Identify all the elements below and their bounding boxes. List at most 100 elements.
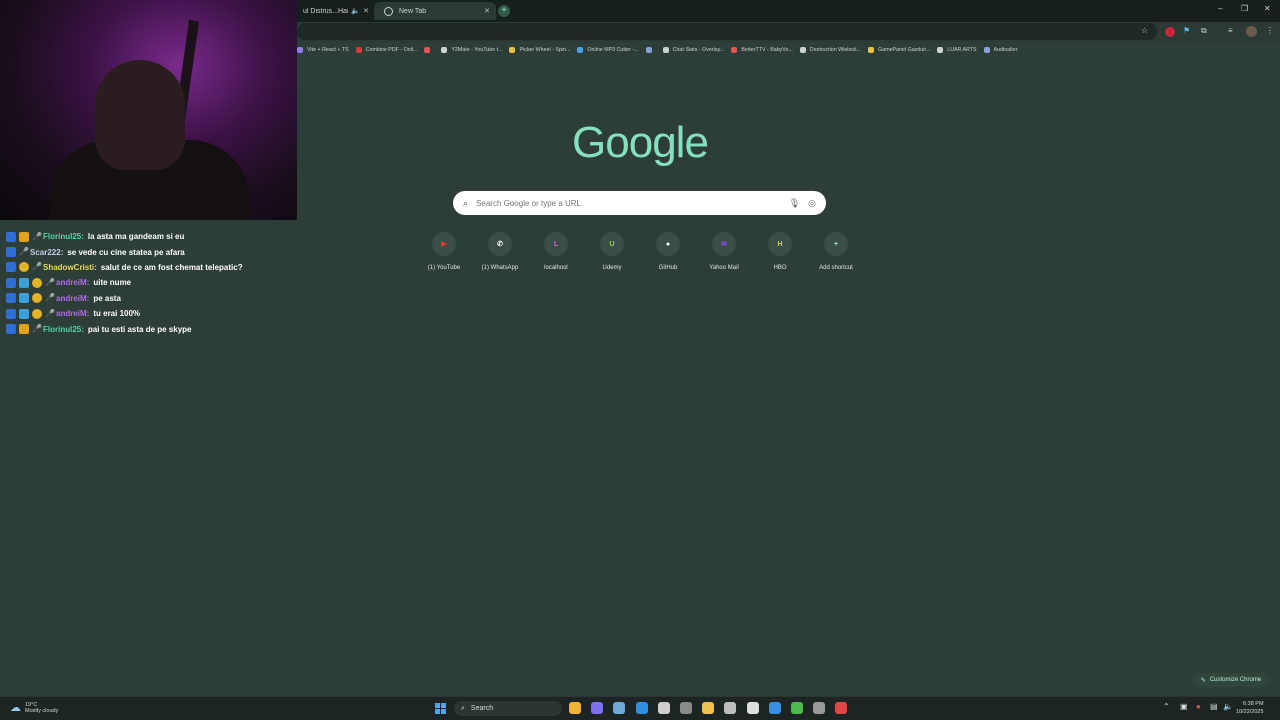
bookmark-item[interactable]: Vite + React + TS	[297, 47, 349, 53]
bookmark-favicon-icon	[662, 47, 669, 53]
shortcut-favicon-icon: H	[768, 232, 792, 256]
shortcut-tile[interactable]: ● GitHub	[640, 232, 696, 271]
bookmark-item[interactable]: Picker Wheel - Spin...	[509, 47, 570, 53]
search-icon: ⌕	[461, 704, 465, 712]
bookmark-item[interactable]: LUAR ARTS	[937, 47, 977, 53]
coin-badge-icon	[19, 262, 29, 273]
chat-username: andreiM:	[56, 309, 90, 319]
bookmark-label: BetterTTV - BabyVo...	[741, 47, 793, 53]
streamer-face-image	[95, 60, 185, 170]
new-tab-button[interactable]: +	[498, 5, 510, 17]
taskbar-search[interactable]: ⌕ Search	[454, 701, 562, 716]
chat-username: Scar222:	[30, 247, 64, 257]
shortcut-tile[interactable]: H HBO	[752, 232, 808, 271]
taskbar-app-icon[interactable]	[835, 702, 848, 714]
shortcut-label: Yahoo Mail	[709, 265, 739, 271]
shortcut-tile[interactable]: ✉ Yahoo Mail	[696, 232, 752, 271]
bookmarks-bar: Vite + React + TS Combine PDF - Onli... Y2…	[297, 43, 1280, 57]
lens-icon[interactable]: ◎	[808, 198, 816, 209]
shortcut-tile[interactable]: Llocalhost	[528, 232, 584, 271]
network-icon[interactable]: ▤	[1210, 702, 1218, 711]
sword-badge-icon	[6, 277, 16, 288]
microphone-icon[interactable]: 🎙	[789, 198, 800, 209]
search-box[interactable]: ⌕ 🎙 ◎	[453, 191, 826, 215]
shortcut-tile[interactable]: ✆ (1) WhatsApp	[472, 232, 528, 271]
bookmark-item[interactable]: Online MP3 Cutter -...	[577, 47, 639, 53]
close-window-button[interactable]: ✕	[1264, 4, 1271, 13]
sword-badge-icon	[6, 308, 16, 319]
profile-avatar[interactable]	[1246, 26, 1257, 37]
bookmark-item[interactable]: Y2Mate - YouTube t...	[441, 47, 502, 53]
bookmark-item[interactable]: Combine PDF - Onli...	[355, 47, 417, 53]
bookmark-item[interactable]: BetterTTV - BabyVo...	[731, 47, 793, 53]
chat-username: ShadowCristi:	[43, 262, 97, 272]
taskbar-xbox-icon[interactable]	[791, 702, 803, 714]
bookmark-favicon-icon	[577, 47, 584, 53]
star-icon[interactable]: ☆	[1141, 26, 1148, 35]
mic-badge-icon: 🎤	[32, 324, 42, 334]
customize-chrome-button[interactable]: ✎ Customize Chrome	[1192, 673, 1270, 687]
taskbar-app-icon[interactable]	[768, 702, 781, 714]
microphone-icon[interactable]: ●	[1196, 702, 1201, 711]
chat-username: Florinul25:	[43, 324, 84, 334]
translate-icon[interactable]: ⚑	[1183, 26, 1190, 35]
menu-icon[interactable]: ⋮	[1266, 26, 1274, 35]
start-button[interactable]	[435, 703, 446, 714]
bookmark-item[interactable]: Destruction Wielock...	[799, 47, 861, 53]
tab-title: ul Distrus...Hai mu	[303, 7, 349, 15]
tray-app-icon[interactable]: ▣	[1180, 702, 1188, 711]
address-bar[interactable]	[297, 23, 1157, 40]
taskbar-app-icon[interactable]	[724, 702, 737, 714]
bookmark-label: GamePanel Gazduir...	[878, 47, 931, 53]
bookmark-item[interactable]: Chat Stats - Overlay...	[662, 47, 724, 53]
chat-text: se vede cu cine statea pe afara	[67, 247, 185, 257]
weather-widget[interactable]: ☁ 19°C Mostly cloudy	[10, 701, 58, 715]
shortcut-label: Add shortcut	[819, 265, 853, 271]
extensions-icon[interactable]: ⧉	[1201, 26, 1207, 36]
shortcut-tile[interactable]: + Add shortcut	[808, 232, 864, 271]
bookmark-favicon-icon	[509, 47, 516, 53]
taskbar-calculator-icon[interactable]	[680, 702, 692, 714]
shortcut-favicon-icon: +	[824, 232, 848, 256]
shortcut-label: GitHub	[658, 265, 678, 271]
tab-music[interactable]: ul Distrus...Hai mu 🔈 ✕	[297, 2, 375, 20]
volume-icon[interactable]: 🔈	[1223, 702, 1233, 711]
chat-overlay: 🎤 Florinul25: la asta ma gandeam si eu 🎤 Sca…	[6, 229, 296, 337]
taskbar-vscode-icon[interactable]	[635, 702, 648, 714]
close-icon[interactable]: ✕	[484, 7, 490, 15]
coin-badge-icon	[32, 293, 42, 304]
bookmark-item[interactable]: GamePanel Gazduir...	[868, 47, 930, 53]
search-input[interactable]	[476, 198, 781, 208]
taskbar-steam-icon[interactable]	[613, 702, 626, 714]
chat-message: 🎤 Florinul25: pai tu esti asta de pe skype	[6, 321, 296, 336]
bookmark-item[interactable]: Audioalter	[983, 47, 1017, 53]
clock[interactable]: 6:38 PM 10/22/2025	[1236, 700, 1264, 716]
shortcut-label: (1) WhatsApp	[481, 265, 519, 271]
minimize-button[interactable]: –	[1218, 4, 1222, 13]
shortcut-tile[interactable]: ▶ (1) YouTube	[416, 232, 472, 271]
tab-new-tab[interactable]: New Tab ✕	[374, 2, 496, 20]
shortcut-label: localhost	[544, 265, 568, 271]
bookmark-item[interactable]	[424, 47, 434, 53]
bookmark-favicon-icon	[799, 47, 806, 53]
taskbar-search-label: Search	[470, 705, 494, 712]
shortcut-label: HBO	[773, 265, 787, 271]
media-icon[interactable]: ≡	[1228, 26, 1233, 35]
bookmark-item[interactable]	[645, 47, 656, 53]
chevron-up-icon[interactable]: ⌃	[1163, 702, 1170, 711]
taskbar-files-icon[interactable]	[702, 702, 715, 714]
shortcut-tile[interactable]: U Udemy	[584, 232, 640, 271]
taskbar-chrome-icon[interactable]	[569, 702, 581, 714]
close-icon[interactable]: ✕	[363, 7, 369, 15]
restore-button[interactable]: ❐	[1241, 4, 1248, 13]
speaker-icon[interactable]: 🔈	[351, 7, 360, 15]
adblock-extension-icon[interactable]	[1165, 27, 1175, 37]
bookmark-label: Vite + React + TS	[307, 47, 349, 53]
chat-message: 🎤 andreiM: pe asta	[6, 291, 296, 306]
taskbar-app-icon[interactable]	[746, 702, 759, 714]
taskbar-app-icon[interactable]	[813, 702, 826, 714]
taskbar-discord-icon[interactable]	[591, 702, 604, 714]
shortcut-label: Udemy	[602, 265, 622, 271]
taskbar-app-icon[interactable]	[657, 702, 670, 714]
taskbar: ☁ 19°C Mostly cloudy ⌕ Search ⌃ ▣ ● ▤ 🔈 …	[0, 696, 1280, 720]
